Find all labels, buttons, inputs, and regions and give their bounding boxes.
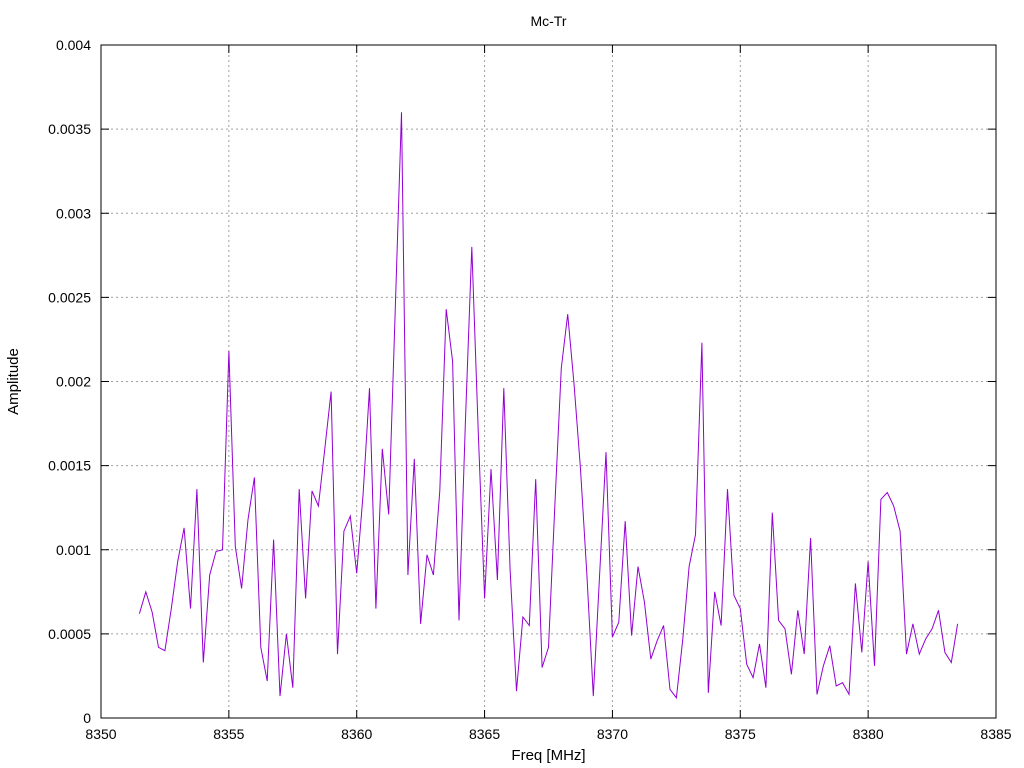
y-tick-label: 0.004	[56, 37, 91, 53]
x-tick-label: 8365	[469, 726, 500, 742]
y-tick-label: 0.0005	[48, 626, 91, 642]
x-tick-label: 8385	[980, 726, 1011, 742]
y-tick-label: 0.003	[56, 205, 91, 221]
x-tick-label: 8360	[341, 726, 372, 742]
x-tick-label: 8350	[85, 726, 116, 742]
y-axis-label: Amplitude	[5, 348, 22, 415]
y-tick-labels: 0 0.0005 0.001 0.0015 0.002 0.0025 0.003 0.0035…	[48, 37, 91, 726]
y-tick-label: 0.001	[56, 542, 91, 558]
grid-lines	[101, 45, 996, 718]
y-tick-label: 0.0035	[48, 121, 91, 137]
series-line	[138, 112, 959, 700]
x-axis-label: Freq [MHz]	[511, 747, 585, 764]
chart-canvas: 8350 8355 8360 8365 8370 8375 8380 8385 0 0.0005…	[5, 13, 1012, 764]
y-tick-label: 0.0025	[48, 289, 91, 305]
chart-title: Mc-Tr	[530, 13, 566, 29]
y-tick-label: 0.002	[56, 374, 91, 390]
x-tick-label: 8355	[213, 726, 244, 742]
y-tick-label: 0.0015	[48, 458, 91, 474]
x-tick-label: 8380	[853, 726, 884, 742]
x-tick-label: 8370	[597, 726, 628, 742]
series-layer	[138, 112, 959, 700]
y-tick-label: 0	[83, 710, 91, 726]
x-tick-label: 8375	[725, 726, 756, 742]
x-tick-labels: 8350 8355 8360 8365 8370 8375 8380 8385	[85, 726, 1011, 742]
